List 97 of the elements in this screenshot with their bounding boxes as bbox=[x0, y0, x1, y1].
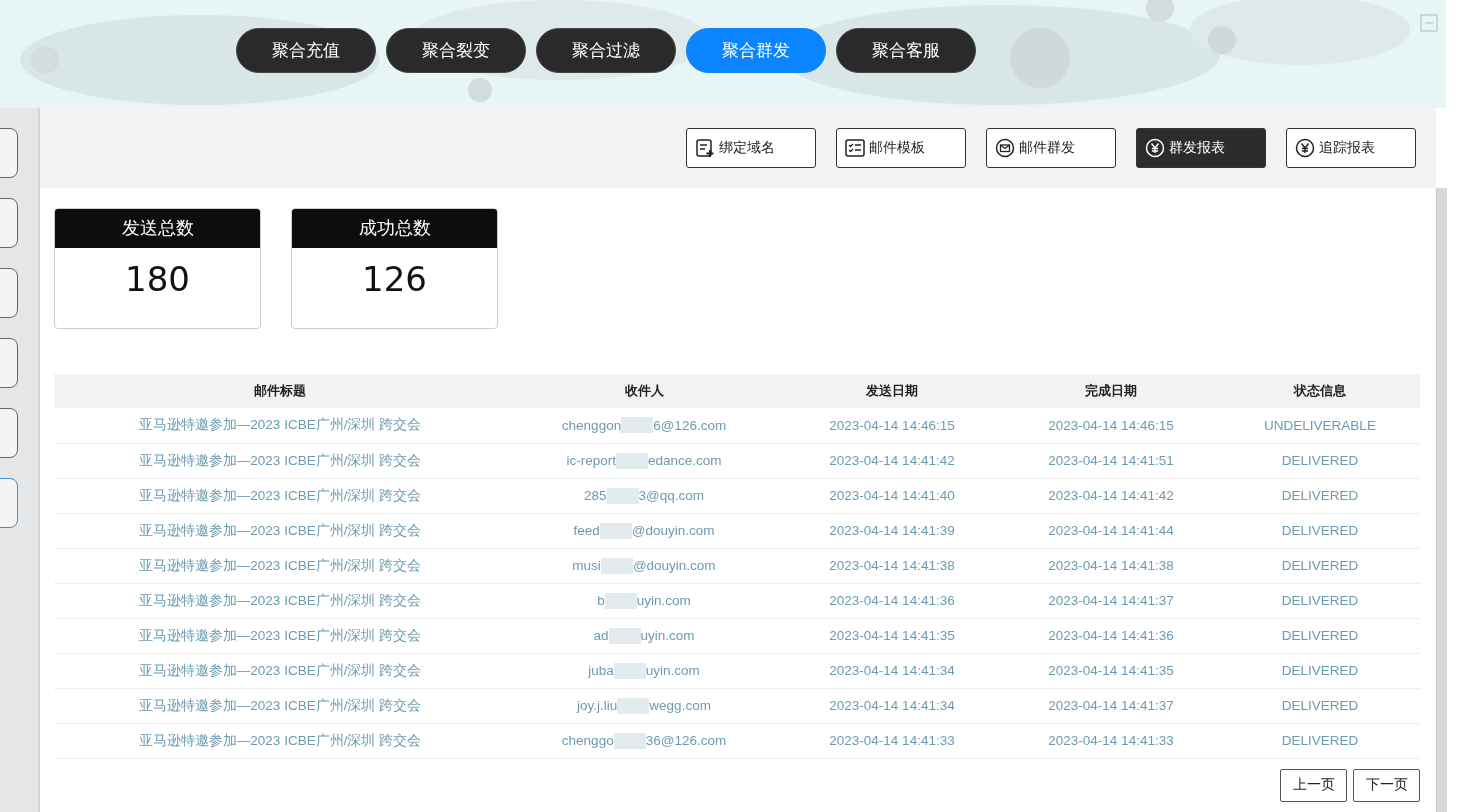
previous-page-button[interactable]: 上一页 bbox=[1280, 768, 1347, 802]
nav-tab[interactable]: 聚合过滤 bbox=[536, 28, 676, 73]
document-plus-icon bbox=[695, 138, 715, 158]
redaction-blur bbox=[606, 487, 639, 504]
table-cell: 2023-04-14 14:41:36 bbox=[1002, 618, 1220, 653]
table-cell: 亚马逊特邀参加—2023 ICBE广州/深圳 跨交会 bbox=[54, 548, 506, 583]
table-cell: 2023-04-14 14:41:37 bbox=[1002, 583, 1220, 618]
yen-icon bbox=[1145, 138, 1165, 158]
recipient-text: 3@qq.com bbox=[638, 488, 704, 503]
stat-label: 发送总数 bbox=[55, 209, 260, 248]
table-cell: UNDELIVERABLE bbox=[1220, 408, 1420, 443]
recipient-text: chenggo bbox=[561, 733, 614, 748]
table-cell: 2023-04-14 14:46:15 bbox=[1002, 408, 1220, 443]
column-header: 收件人 bbox=[506, 374, 782, 408]
recipient-text: edance.com bbox=[648, 453, 722, 468]
recipient-text: 36@126.com bbox=[645, 733, 727, 748]
table-cell: 亚马逊特邀参加—2023 ICBE广州/深圳 跨交会 bbox=[54, 583, 506, 618]
redaction-blur bbox=[613, 732, 646, 749]
table-cell: 2023-04-14 14:41:34 bbox=[782, 688, 1002, 723]
table-cell: 2023-04-14 14:41:44 bbox=[1002, 513, 1220, 548]
column-header: 状态信息 bbox=[1220, 374, 1420, 408]
stat-value: 126 bbox=[361, 258, 428, 301]
table-cell: 亚马逊特邀参加—2023 ICBE广州/深圳 跨交会 bbox=[54, 408, 506, 443]
recipient-text: musi bbox=[572, 558, 601, 573]
checklist-icon bbox=[845, 138, 865, 158]
column-header: 邮件标题 bbox=[54, 374, 506, 408]
toolbar-button[interactable]: 邮件群发 bbox=[986, 128, 1116, 168]
table-cell: 2023-04-14 14:41:33 bbox=[1002, 723, 1220, 758]
redaction-blur bbox=[617, 697, 650, 714]
table-cell: 亚马逊特邀参加—2023 ICBE广州/深圳 跨交会 bbox=[54, 688, 506, 723]
table-cell: DELIVERED bbox=[1220, 583, 1420, 618]
table-cell: 2023-04-14 14:41:51 bbox=[1002, 443, 1220, 478]
table-cell: 2023-04-14 14:41:35 bbox=[1002, 653, 1220, 688]
mail-icon bbox=[995, 138, 1015, 158]
nav-tab[interactable]: 聚合群发 bbox=[686, 28, 826, 73]
table-cell: 亚马逊特邀参加—2023 ICBE广州/深圳 跨交会 bbox=[54, 723, 506, 758]
recipient-text: uyin.com bbox=[645, 663, 700, 678]
recipient-text: feed bbox=[573, 523, 600, 538]
table-cell: 2023-04-14 14:41:38 bbox=[1002, 548, 1220, 583]
table-cell: DELIVERED bbox=[1220, 653, 1420, 688]
table-cell: 亚马逊特邀参加—2023 ICBE广州/深圳 跨交会 bbox=[54, 513, 506, 548]
table-cell: 2023-04-14 14:41:33 bbox=[782, 723, 1002, 758]
recipient-text: uyin.com bbox=[640, 628, 695, 643]
column-header: 发送日期 bbox=[782, 374, 1002, 408]
table-cell: 2023-04-14 14:41:37 bbox=[1002, 688, 1220, 723]
table-cell: 亚马逊特邀参加—2023 ICBE广州/深圳 跨交会 bbox=[54, 618, 506, 653]
table-cell: 2023-04-14 14:46:15 bbox=[782, 408, 1002, 443]
table-cell: DELIVERED bbox=[1220, 443, 1420, 478]
recipient-text: @douyin.com bbox=[632, 558, 716, 573]
table-cell: 亚马逊特邀参加—2023 ICBE广州/深圳 跨交会 bbox=[54, 443, 506, 478]
table-cell: DELIVERED bbox=[1220, 478, 1420, 513]
table-cell: 亚马逊特邀参加—2023 ICBE广州/深圳 跨交会 bbox=[54, 653, 506, 688]
next-page-button[interactable]: 下一页 bbox=[1353, 768, 1420, 802]
redaction-blur bbox=[616, 452, 648, 469]
table-cell: 2023-04-14 14:41:40 bbox=[782, 478, 1002, 513]
table-cell: 2023-04-14 14:41:42 bbox=[1002, 478, 1220, 513]
toolbar-button[interactable]: 绑定域名 bbox=[686, 128, 816, 168]
table-cell: 2023-04-14 14:41:36 bbox=[782, 583, 1002, 618]
table-cell: 2023-04-14 14:41:34 bbox=[782, 653, 1002, 688]
table-cell: DELIVERED bbox=[1220, 618, 1420, 653]
recipient-text: @douyin.com bbox=[631, 523, 715, 538]
recipient-text: juba bbox=[588, 663, 614, 678]
recipient-text: wegg.com bbox=[649, 698, 711, 713]
redaction-blur bbox=[604, 592, 637, 609]
recipient-text: b bbox=[597, 593, 605, 608]
table-cell: 亚马逊特邀参加—2023 ICBE广州/深圳 跨交会 bbox=[54, 478, 506, 513]
recipient-text: ad bbox=[593, 628, 609, 643]
redaction-blur bbox=[608, 627, 641, 644]
table-cell: 2023-04-14 14:41:38 bbox=[782, 548, 1002, 583]
nav-tab[interactable]: 聚合裂变 bbox=[386, 28, 526, 73]
table-cell: DELIVERED bbox=[1220, 688, 1420, 723]
table-cell: DELIVERED bbox=[1220, 723, 1420, 758]
recipient-text: uyin.com bbox=[636, 593, 691, 608]
stat-value: 180 bbox=[124, 258, 191, 301]
yen-icon bbox=[1295, 138, 1315, 158]
nav-tab[interactable]: 聚合客服 bbox=[836, 28, 976, 73]
toolbar-button[interactable]: 邮件模板 bbox=[836, 128, 966, 168]
recipient-text: chenggon bbox=[561, 417, 622, 433]
column-header: 完成日期 bbox=[1002, 374, 1220, 408]
table-cell: DELIVERED bbox=[1220, 548, 1420, 583]
table-cell: 2023-04-14 14:41:42 bbox=[782, 443, 1002, 478]
scrollbar[interactable] bbox=[1436, 188, 1447, 812]
redaction-blur bbox=[613, 662, 646, 679]
recipient-text: ic-report bbox=[566, 453, 616, 468]
stat-label: 成功总数 bbox=[292, 209, 497, 248]
toolbar-button[interactable]: 群发报表 bbox=[1136, 128, 1266, 168]
table-cell: 2023-04-14 14:41:35 bbox=[782, 618, 1002, 653]
recipient-text: joy.j.liu bbox=[577, 698, 618, 713]
nav-tab[interactable]: 聚合充值 bbox=[236, 28, 376, 73]
redaction-blur bbox=[621, 417, 654, 434]
table-cell: DELIVERED bbox=[1220, 513, 1420, 548]
redaction-blur bbox=[600, 557, 633, 574]
table-cell: 2023-04-14 14:41:39 bbox=[782, 513, 1002, 548]
toolbar-button[interactable]: 追踪报表 bbox=[1286, 128, 1416, 168]
recipient-text: 285 bbox=[584, 488, 607, 503]
redaction-blur bbox=[599, 522, 632, 539]
recipient-text: 6@126.com bbox=[653, 417, 727, 433]
